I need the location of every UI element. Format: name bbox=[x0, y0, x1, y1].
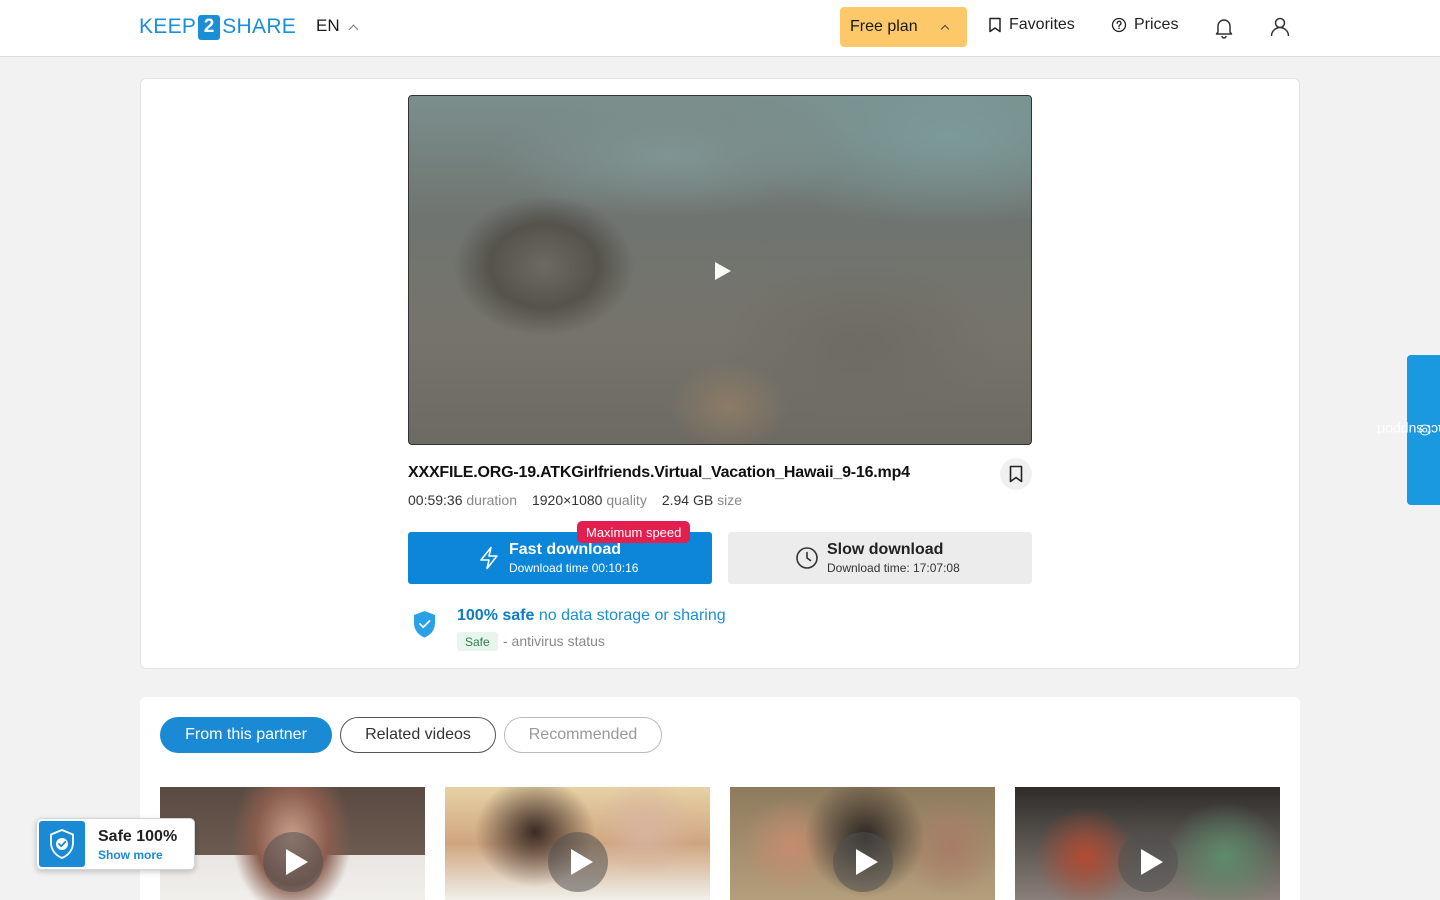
slow-download-button[interactable]: Slow download Download time: 17:07:08 bbox=[728, 532, 1032, 584]
language-selector[interactable]: EN bbox=[316, 16, 359, 36]
video-thumbnail[interactable] bbox=[160, 787, 425, 900]
bolt-icon bbox=[480, 546, 498, 570]
favorites-link[interactable]: Favorites bbox=[988, 16, 1075, 34]
prices-label: Prices bbox=[1134, 16, 1179, 33]
play-icon bbox=[1118, 832, 1178, 892]
safety-text: no data storage or sharing bbox=[538, 607, 726, 624]
bookmark-icon bbox=[1009, 465, 1023, 483]
contact-support-text: contact support bbox=[1375, 422, 1440, 438]
file-name: XXXFILE.ORG-19.ATKGirlfriends.Virtual_Va… bbox=[408, 464, 910, 481]
fast-download-title: Fast download bbox=[509, 541, 621, 558]
quality-label: quality bbox=[606, 492, 647, 508]
shield-check-icon bbox=[414, 611, 435, 638]
logo-text-share: SHARE bbox=[222, 15, 297, 38]
maximum-speed-badge: Maximum speed bbox=[577, 521, 691, 543]
size-value: 2.94 GB bbox=[661, 492, 714, 508]
tab-recommended[interactable]: Recommended bbox=[504, 717, 662, 753]
video-thumbnail[interactable] bbox=[445, 787, 710, 900]
antivirus-status-label: - antivirus status bbox=[503, 633, 605, 649]
safety-statement: 100% safe no data storage or sharing bbox=[457, 607, 726, 625]
safe-widget-show-more[interactable]: Show more bbox=[98, 848, 163, 862]
logo-text-2: 2 bbox=[198, 14, 221, 40]
duration-item: 00:59:36 duration bbox=[408, 492, 517, 508]
tab-from-this-partner[interactable]: From this partner bbox=[160, 717, 332, 753]
duration-value: 00:59:36 bbox=[408, 492, 463, 508]
help-circle-icon bbox=[1111, 17, 1127, 33]
video-thumbnail[interactable] bbox=[730, 787, 995, 900]
add-to-favorites-button[interactable] bbox=[1000, 458, 1032, 490]
play-icon bbox=[715, 262, 731, 280]
video-preview[interactable] bbox=[408, 95, 1032, 445]
play-icon bbox=[263, 832, 323, 892]
top-header: KEEP 2 SHARE EN Free plan Favorites Pric… bbox=[0, 0, 1440, 57]
safe-widget[interactable]: Safe 100% Show more bbox=[36, 818, 195, 870]
shield-check-icon bbox=[39, 821, 85, 867]
play-icon bbox=[833, 832, 893, 892]
user-icon[interactable] bbox=[1268, 15, 1292, 39]
chevron-up-icon bbox=[940, 24, 950, 34]
slow-download-title: Slow download bbox=[827, 541, 944, 558]
chevron-up-icon bbox=[348, 24, 359, 34]
bookmark-icon bbox=[989, 17, 1001, 33]
quality-item: 1920×1080 quality bbox=[532, 492, 647, 508]
safety-bold: 100% safe bbox=[457, 607, 535, 624]
slow-download-time: Download time: 17:07:08 bbox=[827, 561, 960, 575]
contact-support-label: ◎ contact support bbox=[1376, 422, 1440, 438]
file-meta: 00:59:36 duration 1920×1080 quality 2.94… bbox=[408, 492, 742, 508]
safe-widget-title: Safe 100% bbox=[98, 828, 178, 845]
tab-related-videos[interactable]: Related videos bbox=[340, 717, 496, 753]
prices-link[interactable]: Prices bbox=[1111, 16, 1178, 34]
antivirus-safe-tag: Safe bbox=[457, 632, 498, 651]
fast-download-time: Download time 00:10:16 bbox=[509, 561, 639, 575]
language-label: EN bbox=[316, 16, 340, 35]
size-label: size bbox=[717, 492, 742, 508]
contact-support-tab[interactable]: ◎ contact support bbox=[1376, 355, 1440, 505]
size-item: 2.94 GB size bbox=[662, 492, 742, 508]
play-icon bbox=[548, 832, 608, 892]
bell-icon[interactable] bbox=[1212, 15, 1236, 39]
video-thumbnail[interactable] bbox=[1015, 787, 1280, 900]
favorites-label: Favorites bbox=[1009, 16, 1075, 33]
keep2share-logo[interactable]: KEEP 2 SHARE bbox=[139, 14, 296, 40]
plan-label: Free plan bbox=[850, 18, 918, 35]
quality-value: 1920×1080 bbox=[531, 492, 603, 508]
clock-icon bbox=[796, 547, 818, 569]
logo-text-keep: KEEP bbox=[139, 15, 197, 38]
free-plan-button[interactable]: Free plan bbox=[840, 7, 967, 47]
duration-label: duration bbox=[466, 492, 517, 508]
